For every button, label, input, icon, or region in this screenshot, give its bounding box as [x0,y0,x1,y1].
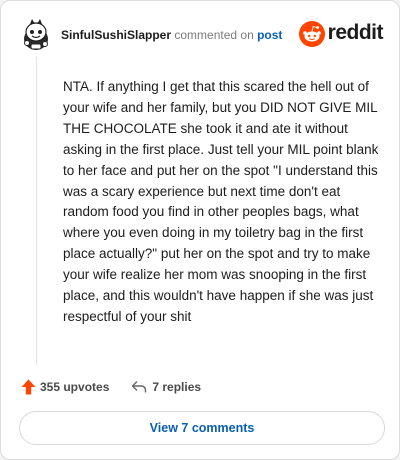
upvote-count: 355 upvotes [40,380,110,394]
reddit-wordmark: reddit [327,21,384,44]
header-text: SinfulSushiSlapper commented on post [61,28,282,42]
thread-line [36,57,37,365]
comment-card: SinfulSushiSlapper commented on post red… [0,0,400,460]
reddit-logo[interactable]: reddit [298,17,384,51]
reddit-snoo-icon [298,21,325,47]
post-link[interactable]: post [257,28,282,42]
reply-arrow-icon [132,381,147,393]
view-comments-button[interactable]: View 7 comments [19,411,385,445]
replies-button[interactable]: 7 replies [131,380,201,394]
upvote-arrow-icon[interactable] [21,379,36,395]
reply-count: 7 replies [152,380,202,394]
username[interactable]: SinfulSushiSlapper [61,28,171,42]
comment-body: NTA. If anything I get that this scared … [63,79,379,324]
action-text: commented on [174,28,254,42]
comment-header: SinfulSushiSlapper commented on post red… [21,17,384,53]
avatar[interactable] [21,17,51,51]
comment-footer: 355 upvotes 7 replies [21,377,201,397]
